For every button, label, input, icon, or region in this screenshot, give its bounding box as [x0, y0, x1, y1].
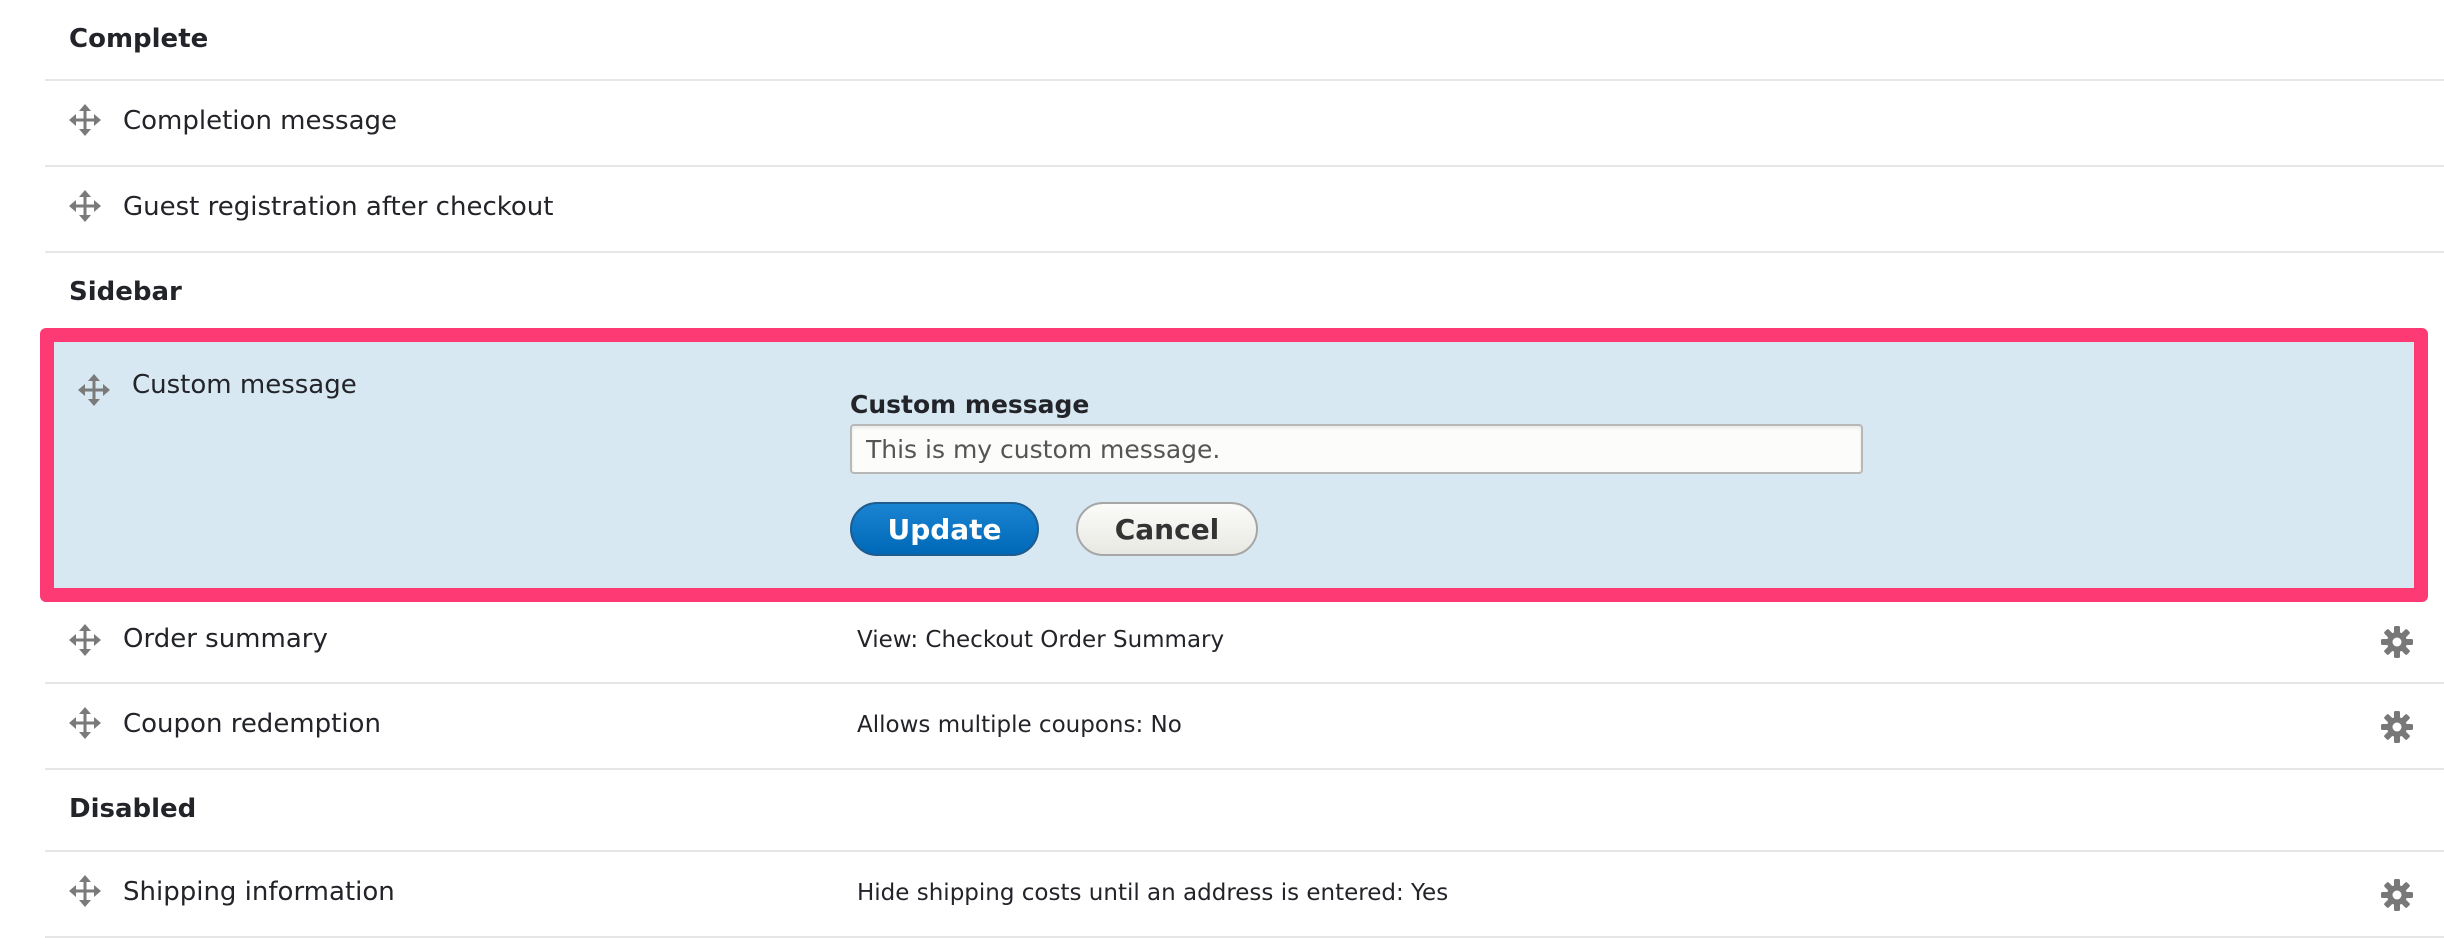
pane-row-custom-message-editing: Custom message Custom message Update Can…	[40, 328, 2428, 602]
drag-handle-icon[interactable]	[69, 875, 101, 907]
gear-icon[interactable]	[2380, 710, 2414, 744]
region-header-sidebar: Sidebar	[45, 253, 2444, 328]
pane-row-coupon-redemption: Coupon redemption Allows multiple coupon…	[45, 684, 2444, 770]
drag-handle-icon[interactable]	[69, 104, 101, 136]
pane-row-guest-registration: Guest registration after checkout	[45, 167, 2444, 253]
drag-handle-icon[interactable]	[69, 707, 101, 739]
region-header-complete: Complete	[45, 0, 2444, 81]
drag-handle-icon[interactable]	[78, 374, 110, 406]
region-title: Disabled	[69, 794, 197, 824]
pane-label: Guest registration after checkout	[123, 192, 554, 222]
region-title: Sidebar	[69, 277, 182, 307]
pane-label: Custom message	[132, 370, 357, 400]
pane-summary: Hide shipping costs until an address is …	[857, 880, 1449, 906]
pane-label: Coupon redemption	[123, 709, 381, 739]
custom-message-input[interactable]	[850, 424, 1863, 474]
pane-label: Order summary	[123, 624, 328, 654]
pane-label: Completion message	[123, 106, 398, 136]
pane-summary: Allows multiple coupons: No	[857, 712, 1182, 738]
drag-handle-icon[interactable]	[69, 190, 101, 222]
region-header-disabled: Disabled	[45, 770, 2444, 852]
pane-row-completion-message: Completion message	[45, 81, 2444, 167]
gear-icon[interactable]	[2380, 878, 2414, 912]
pane-row-order-summary: Order summary View: Checkout Order Summa…	[45, 602, 2444, 684]
cancel-button[interactable]: Cancel	[1076, 502, 1258, 556]
gear-icon[interactable]	[2380, 625, 2414, 659]
custom-message-field-label: Custom message	[850, 390, 1090, 419]
pane-row-shipping-information: Shipping information Hide shipping costs…	[45, 852, 2444, 938]
region-title: Complete	[69, 24, 209, 54]
pane-label: Shipping information	[123, 877, 395, 907]
drag-handle-icon[interactable]	[69, 624, 101, 656]
pane-summary: View: Checkout Order Summary	[857, 627, 1225, 653]
update-button[interactable]: Update	[850, 502, 1039, 556]
